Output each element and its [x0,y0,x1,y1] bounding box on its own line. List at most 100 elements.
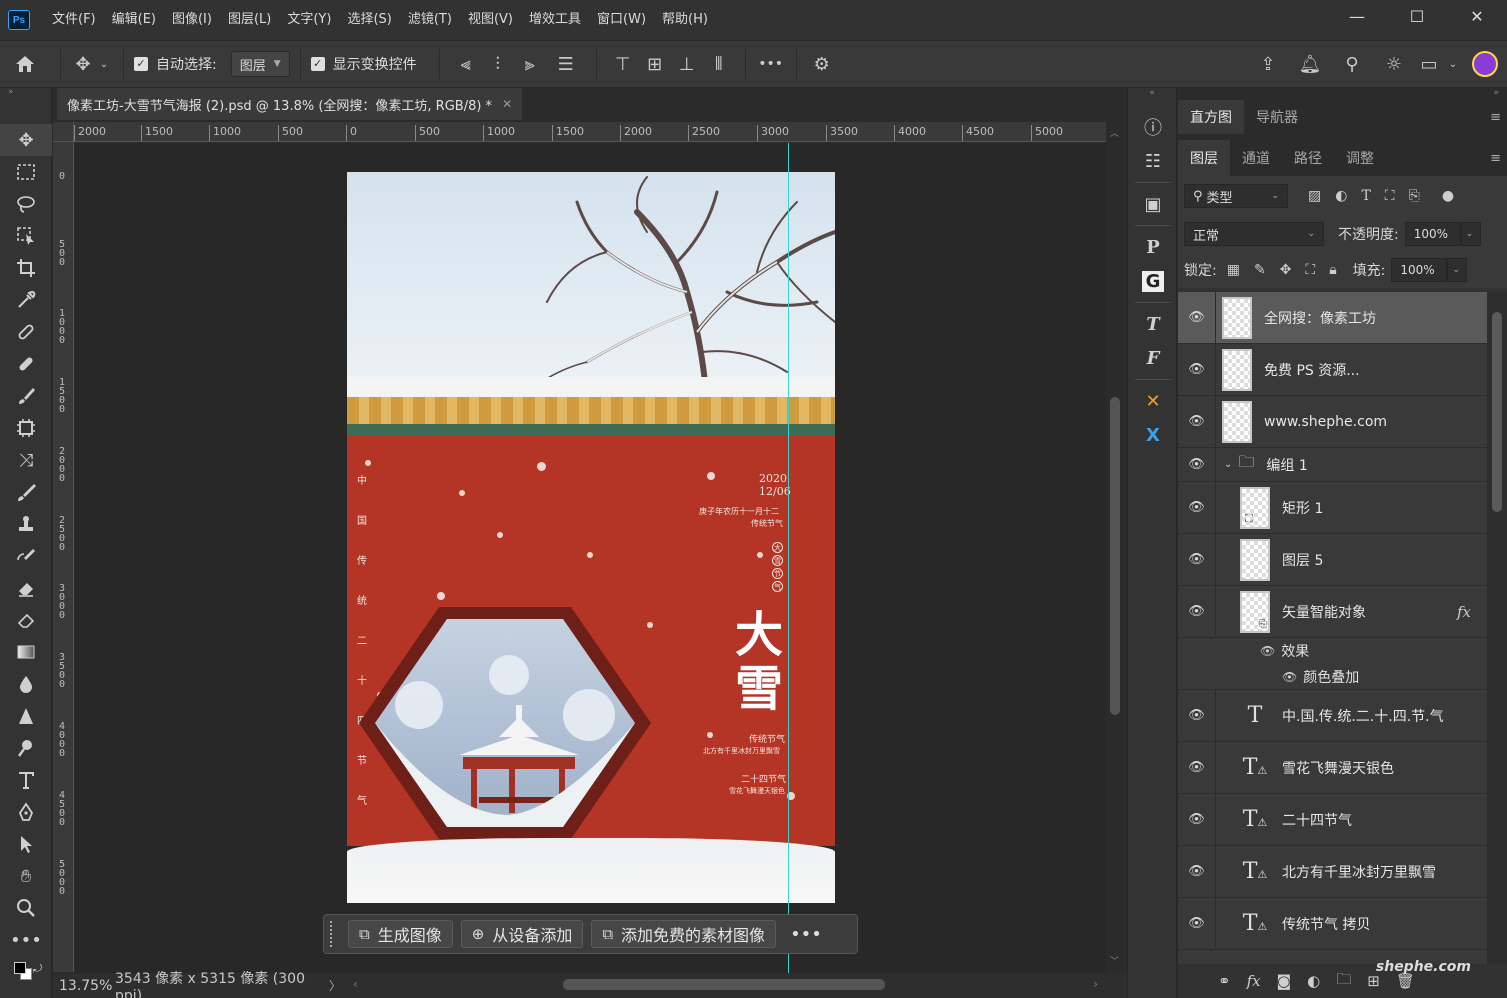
align-right-icon[interactable]: ⫸ [514,54,546,75]
menu-edit[interactable]: 编辑(E) [104,0,164,40]
fx-icon[interactable]: fx [1457,603,1471,621]
ruler-corner[interactable] [53,122,74,142]
more-options-icon[interactable]: ••• [756,56,786,72]
layer-row[interactable]: 👁︎ T 中.国.传.统.二.十.四.节.气 [1178,690,1487,742]
layer-row[interactable]: 👁︎ ⎘ 矢量智能对象 fx [1178,586,1487,638]
scroll-down-icon[interactable]: ﹀ [1110,954,1119,967]
tab-layers[interactable]: 图层 [1178,140,1230,176]
eraser-tool-icon[interactable] [0,572,52,604]
filter-type-icon[interactable]: T [1361,188,1370,204]
eye-icon[interactable]: 👁︎ [1178,534,1216,585]
filter-toggle-icon[interactable]: ● [1442,188,1454,204]
auto-select-checkbox[interactable]: ✓ [134,57,148,71]
layer-row[interactable]: 👁︎ T⚠ 二十四节气 [1178,794,1487,846]
crop-tool-icon[interactable] [0,252,52,284]
eye-icon[interactable]: 👁︎ [1178,448,1216,481]
panel-menu-icon[interactable]: ≡ [1490,100,1501,134]
eye-icon[interactable]: 👁︎ [1178,742,1216,793]
add-mask-icon[interactable]: ◙ [1277,972,1292,990]
menu-image[interactable]: 图像(I) [164,0,220,40]
glyphs-icon[interactable]: G [1128,264,1178,298]
scrollbar-thumb[interactable] [1110,397,1120,715]
pen-tool-icon[interactable] [0,796,52,828]
layer-group-row[interactable]: 👁︎ ⌄ 🗀︎ 编组 1 [1178,448,1487,482]
collapse-icon[interactable]: » [0,88,51,97]
eraser-alt-icon[interactable] [0,604,52,636]
effect-row[interactable]: 👁︎ 颜色叠加 [1178,664,1487,690]
new-group-icon[interactable]: 🗀︎ [1336,969,1351,994]
eye-icon[interactable]: 👁︎ [1178,586,1216,637]
sharpen-tool-icon[interactable] [0,700,52,732]
layer-row[interactable]: 👁︎ T⚠ 北方有千里冰封万里飘雪 [1178,846,1487,898]
menu-plugins[interactable]: 增效工具 [521,0,589,40]
minimize-button[interactable]: — [1327,0,1387,32]
blend-mode-dropdown[interactable]: 正常 ⌄ [1184,222,1324,246]
horizontal-ruler[interactable]: 2000 1500 1000 500 0 500 1000 1500 2000 … [74,122,1106,142]
align-left-icon[interactable]: ⫷ [450,54,482,75]
layer-row[interactable]: 👁︎ ⛶ 矩形 1 [1178,482,1487,534]
guide-line[interactable] [788,143,789,973]
font-icon[interactable]: F [1128,341,1178,375]
eye-icon[interactable]: 👁︎ [1178,482,1216,533]
content-aware-move-icon[interactable]: ⤨ [0,444,52,476]
more-tools-icon[interactable]: ••• [0,924,52,956]
canvas-area[interactable]: 中 国 传 统 二 十 四 节 气 2020 12/06 庚子年农历十一月十二 … [75,143,1106,973]
path-selection-icon[interactable] [0,828,52,860]
hand-tool-icon[interactable]: ✋︎ [0,860,52,892]
eye-icon[interactable]: 👁︎ [1178,690,1216,741]
align-middle-v-icon[interactable]: ⊞ [639,54,671,75]
filter-pixel-icon[interactable]: ▨ [1308,188,1321,204]
tab-paths[interactable]: 路径 [1282,140,1334,176]
avatar[interactable] [1463,51,1507,77]
opacity-input[interactable]: 100% [1404,222,1461,246]
lock-all-icon[interactable]: 🔒︎ [1329,262,1336,278]
move-tool-icon[interactable]: ✥ [71,54,95,75]
tab-adjustments[interactable]: 调整 [1334,140,1386,176]
history-brush-icon[interactable] [0,540,52,572]
filter-adjustment-icon[interactable]: ◐ [1335,188,1347,204]
dodge-tool-icon[interactable] [0,732,52,764]
menu-layer[interactable]: 图层(L) [220,0,279,40]
brush-tool-icon[interactable] [0,380,52,412]
scroll-up-icon[interactable]: ︿ [1110,126,1119,139]
eye-icon[interactable]: 👁︎ [1178,846,1216,897]
blur-tool-icon[interactable] [0,668,52,700]
more-options-icon[interactable]: ••• [790,924,822,945]
spot-healing-tool-icon[interactable] [0,316,52,348]
menu-file[interactable]: 文件(F) [44,0,104,40]
scroll-right-icon[interactable]: › [1093,977,1098,991]
chevron-down-icon[interactable]: ⌄ [1224,459,1232,470]
eye-icon[interactable]: 👁︎ [1178,396,1216,447]
generate-image-button[interactable]: ⧉ 生成图像 [348,920,453,948]
paint-brush-icon[interactable] [0,476,52,508]
adjustment-layer-icon[interactable]: ◐ [1307,972,1320,990]
x-plugin-icon[interactable]: X [1128,418,1178,452]
menu-window[interactable]: 窗口(W) [589,0,654,40]
frame-tool-icon[interactable] [0,412,52,444]
status-menu-arrow[interactable]: 〉 [329,977,341,994]
menu-filter[interactable]: 滤镜(T) [400,0,460,40]
add-from-device-button[interactable]: ⊕ 从设备添加 [460,920,584,948]
chevron-down-icon[interactable]: ⌄ [95,59,113,70]
link-layers-icon[interactable]: ⚭ [1218,972,1231,990]
healing-brush-icon[interactable] [0,348,52,380]
canvas-vertical-scrollbar[interactable]: ︿ ﹀ [1106,122,1126,973]
scroll-left-icon[interactable]: ‹ [353,977,358,991]
info-icon[interactable]: ⓘ [1128,110,1178,144]
plugin-icon[interactable]: ▣ [1128,187,1178,221]
poster-artwork[interactable]: 中 国 传 统 二 十 四 节 气 2020 12/06 庚子年农历十一月十二 … [347,172,835,903]
align-bottom-icon[interactable]: ⊥ [671,54,703,75]
eye-icon[interactable]: 👁︎ [1282,670,1297,684]
fx-icon[interactable]: fx [1247,972,1261,990]
gradient-tool-icon[interactable] [0,636,52,668]
bell-icon[interactable]: 🔔︎ [1289,54,1331,75]
tab-histogram[interactable]: 直方图 [1178,100,1244,134]
align-center-h-icon[interactable]: ⫶ [482,54,514,75]
layer-row[interactable]: 👁︎ 图层 5 [1178,534,1487,586]
show-transform-checkbox[interactable]: ✓ [310,57,325,71]
eye-icon[interactable]: 👁︎ [1178,344,1216,395]
zoom-level[interactable]: 13.75% [53,978,115,994]
gear-icon[interactable]: ⚙ [807,54,837,75]
scrollbar-thumb[interactable] [563,979,885,990]
share-icon[interactable]: ⇪ [1247,54,1289,75]
